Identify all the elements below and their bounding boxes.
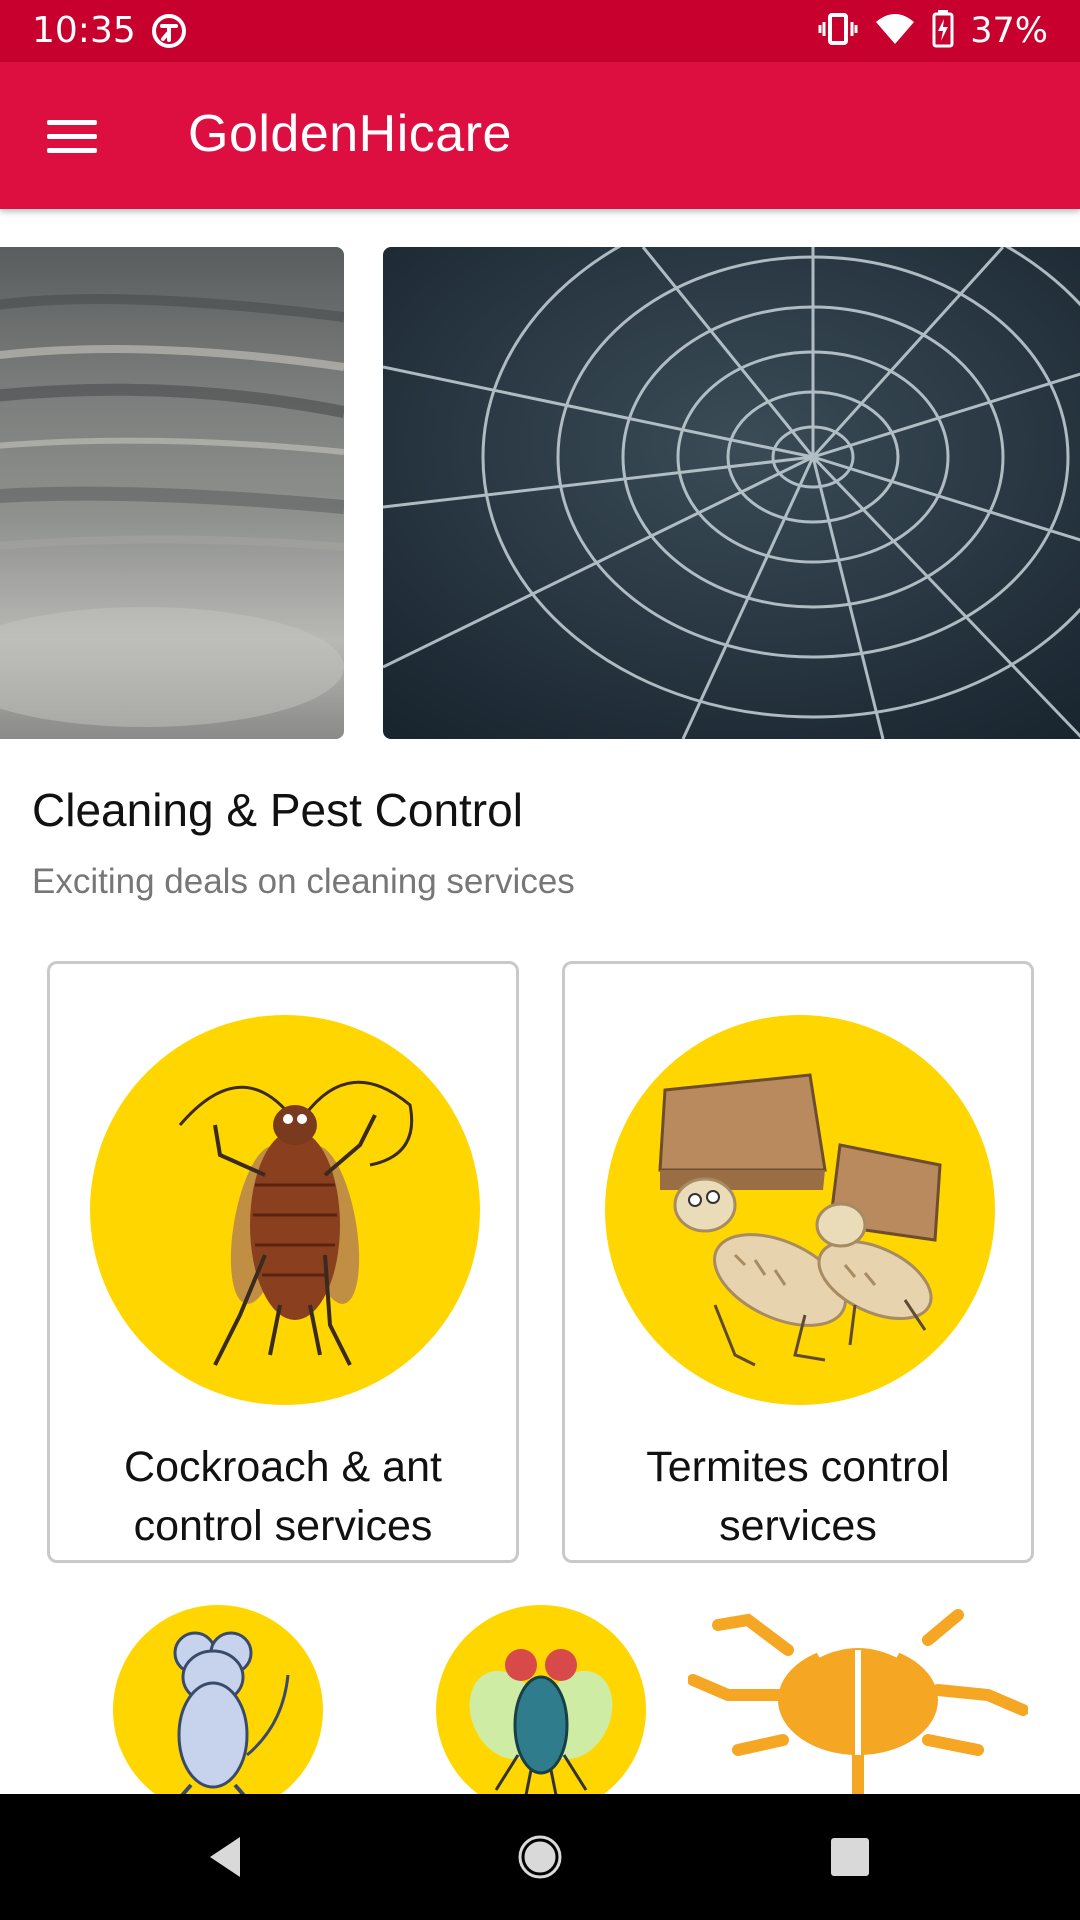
banner-carousel[interactable]: [0, 247, 1080, 739]
service-label: Cockroach & ant control services: [124, 1443, 442, 1550]
status-icons: 37%: [818, 8, 1048, 54]
wood-texture-banner[interactable]: [0, 247, 344, 739]
section-subtitle: Exciting deals on cleaning services: [32, 862, 575, 901]
termite-icon: [605, 1015, 995, 1405]
navigation-bar: [0, 1794, 1080, 1920]
fly-icon[interactable]: [436, 1605, 646, 1815]
vibrate-icon: [818, 12, 858, 50]
bug-icon[interactable]: [687, 1600, 1029, 1806]
spider-web-banner[interactable]: [383, 247, 1080, 739]
app-bar: GoldenHicare: [0, 62, 1080, 209]
status-time: 10:35: [32, 10, 136, 51]
back-icon[interactable]: [190, 1822, 260, 1892]
section-title: Cleaning & Pest Control: [32, 784, 523, 836]
service-card-cockroach[interactable]: Cockroach & ant control services: [47, 961, 519, 1563]
menu-icon[interactable]: [36, 100, 108, 172]
service-card-termites[interactable]: Termites control services: [562, 961, 1034, 1563]
service-label: Termites control services: [646, 1443, 950, 1550]
app-title: GoldenHicare: [188, 105, 512, 163]
battery-percent: 37%: [970, 11, 1048, 51]
status-bar: 10:35 37%: [0, 0, 1080, 62]
mouse-icon[interactable]: [113, 1605, 323, 1815]
recent-apps-icon[interactable]: [815, 1822, 885, 1892]
battery-charging-icon: [932, 10, 954, 52]
home-icon[interactable]: [505, 1822, 575, 1892]
cockroach-icon: [90, 1015, 480, 1405]
wifi-icon: [874, 12, 916, 50]
accessibility-icon: [150, 12, 188, 50]
